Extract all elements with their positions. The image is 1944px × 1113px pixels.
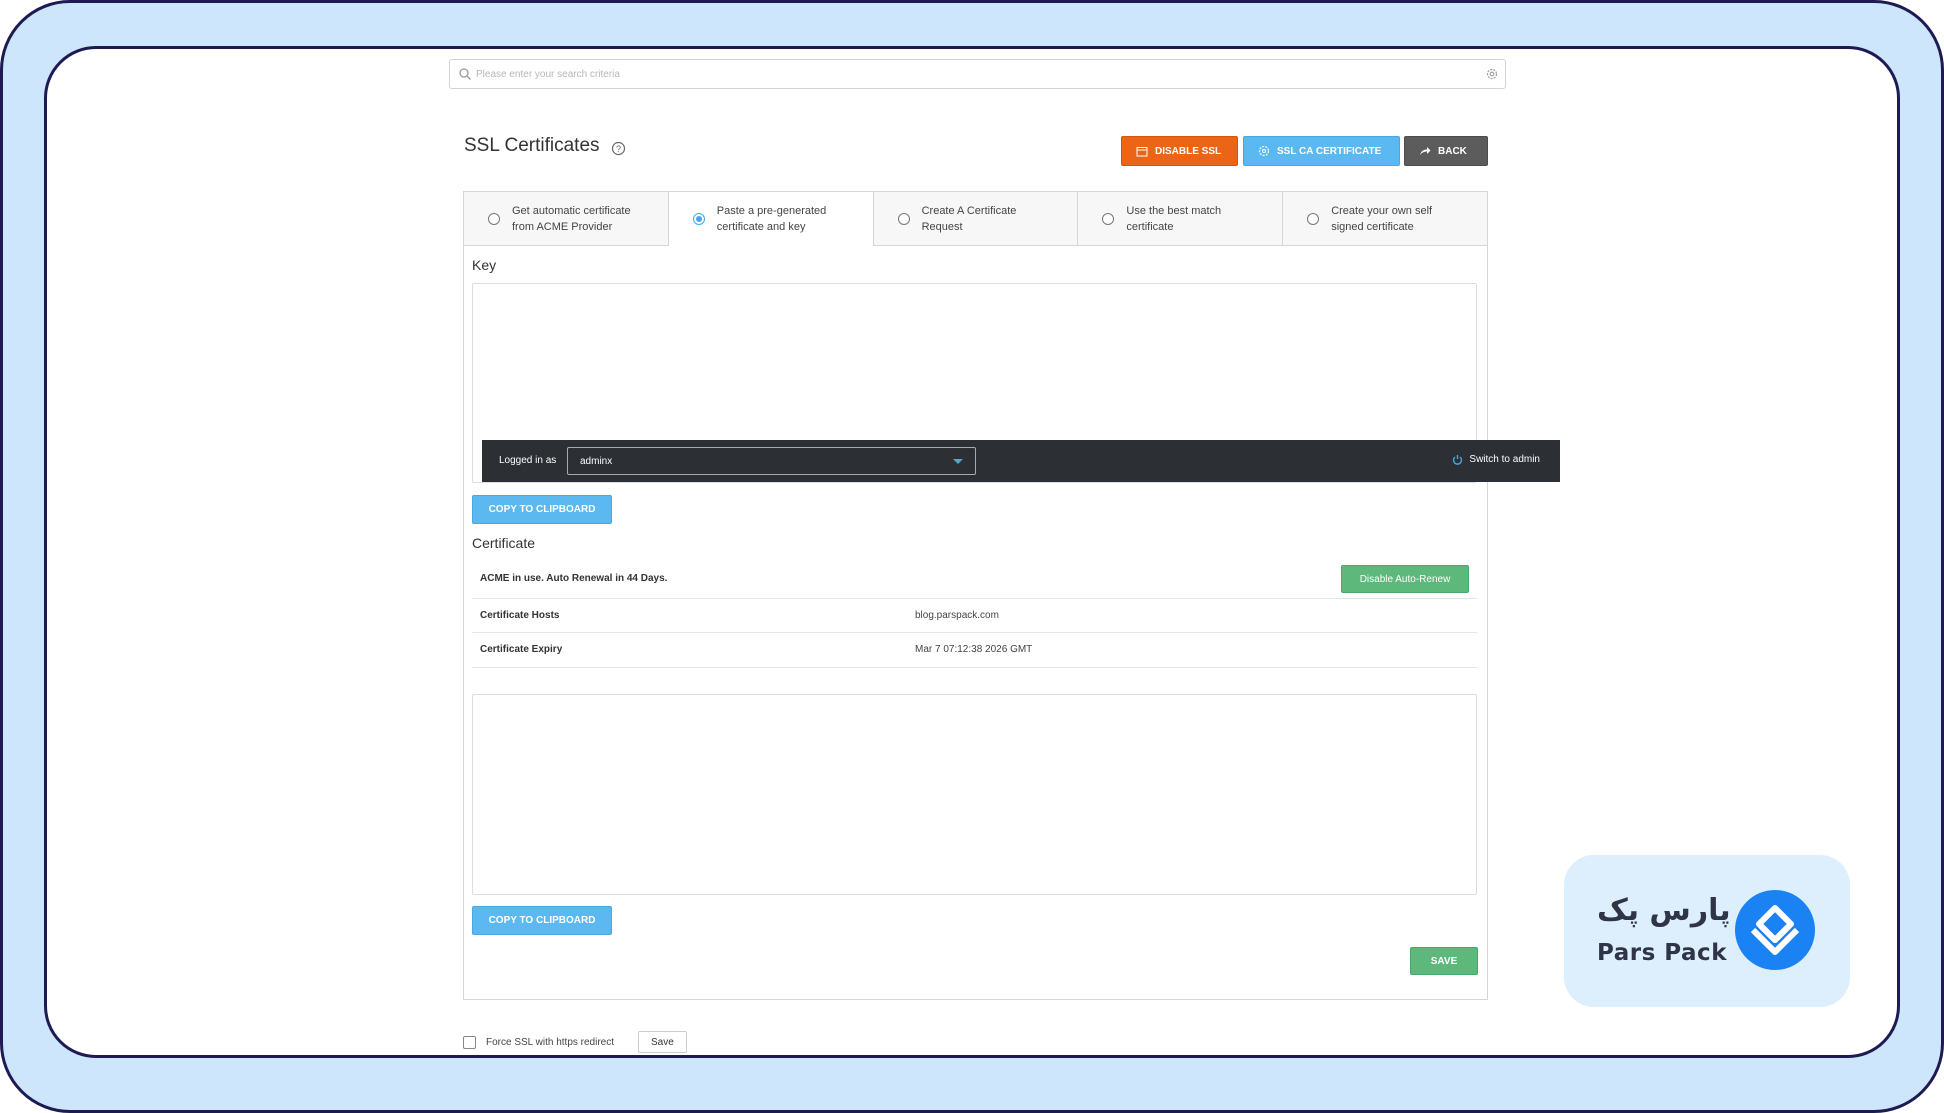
- key-label: Key: [472, 257, 497, 273]
- force-ssl-checkbox[interactable]: [463, 1035, 476, 1049]
- page-title: SSL Certificates: [464, 135, 600, 156]
- logged-in-label: Logged in as: [499, 455, 557, 466]
- user-select[interactable]: adminx: [567, 447, 976, 475]
- parspack-logo-icon: [1735, 890, 1815, 970]
- tab-best-match[interactable]: Use the best match certificate: [1078, 192, 1284, 246]
- certificate-expiry-label: Certificate Expiry: [480, 644, 563, 655]
- svg-text:?: ?: [616, 144, 621, 154]
- back-label: BACK: [1438, 145, 1467, 157]
- search-icon: [459, 68, 471, 80]
- chevron-down-icon: [953, 459, 963, 464]
- radio-button-selected[interactable]: [692, 213, 705, 225]
- acme-status-row: ACME in use. Auto Renewal in 44 Days. Di…: [472, 560, 1477, 599]
- tab-label: Use the best match certificate: [1126, 204, 1222, 233]
- logo-text-fa: پارس پک: [1597, 893, 1731, 928]
- power-icon: [1453, 455, 1463, 465]
- search-bar[interactable]: Please enter your search criteria: [449, 59, 1506, 89]
- logo-text-en: Pars Pack: [1597, 940, 1727, 966]
- tab-certificate-request[interactable]: Create A Certificate Request: [873, 192, 1079, 246]
- force-ssl-label: Force SSL with https redirect: [486, 1036, 615, 1048]
- disable-auto-renew-button[interactable]: Disable Auto-Renew: [1341, 565, 1469, 593]
- admin-bar: Logged in as adminx Switch to admin: [482, 440, 1560, 482]
- parspack-logo: پارس پک Pars Pack: [1564, 855, 1850, 1007]
- switch-to-admin-label: Switch to admin: [1469, 454, 1540, 465]
- tab-label: Create your own self signed certificate: [1331, 204, 1433, 233]
- certificate-hosts-value: blog.parspack.com: [915, 610, 999, 621]
- table-row: Certificate Hosts blog.parspack.com: [472, 599, 1477, 633]
- force-ssl-row: Force SSL with https redirect Save: [463, 1031, 687, 1053]
- tab-self-signed[interactable]: Create your own self signed certificate: [1283, 192, 1487, 246]
- switch-to-admin-link[interactable]: Switch to admin: [1452, 454, 1540, 465]
- radio-button[interactable]: [488, 212, 500, 225]
- radio-button[interactable]: [897, 212, 910, 225]
- user-select-value: adminx: [580, 456, 613, 467]
- calendar-icon: [1136, 146, 1148, 156]
- share-arrow-icon: [1420, 147, 1431, 155]
- certificate-textarea[interactable]: [472, 694, 1477, 895]
- save-button[interactable]: SAVE: [1410, 947, 1478, 975]
- copy-certificate-button[interactable]: COPY TO CLIPBOARD: [472, 906, 612, 935]
- table-row: Certificate Expiry Mar 7 07:12:38 2026 G…: [472, 633, 1477, 668]
- tab-acme-provider[interactable]: Get automatic certificate from ACME Prov…: [464, 192, 669, 246]
- radio-button[interactable]: [1102, 212, 1115, 225]
- ssl-ca-certificate-button[interactable]: SSL CA CERTIFICATE: [1243, 136, 1400, 166]
- ssl-ca-certificate-label: SSL CA CERTIFICATE: [1277, 145, 1382, 157]
- back-button[interactable]: BACK: [1404, 136, 1488, 166]
- tab-label: Paste a pre-generated certificate and ke…: [716, 205, 827, 233]
- certificate-hosts-label: Certificate Hosts: [480, 610, 560, 621]
- ssl-panel: Get automatic certificate from ACME Prov…: [463, 191, 1488, 1000]
- tab-label: Get automatic certificate from ACME Prov…: [512, 204, 631, 233]
- acme-status-text: ACME in use. Auto Renewal in 44 Days.: [480, 573, 668, 584]
- disable-ssl-label: DISABLE SSL: [1155, 145, 1222, 157]
- disable-ssl-button[interactable]: DISABLE SSL: [1121, 136, 1238, 166]
- copy-key-button[interactable]: COPY TO CLIPBOARD: [472, 495, 612, 524]
- gear-icon: [1258, 145, 1270, 157]
- force-ssl-save-button[interactable]: Save: [638, 1031, 687, 1053]
- settings-gear-icon[interactable]: [1485, 67, 1499, 81]
- tab-paste-pregenerated[interactable]: Paste a pre-generated certificate and ke…: [668, 192, 874, 246]
- search-input[interactable]: Please enter your search criteria: [476, 69, 620, 80]
- certificate-method-tabs: Get automatic certificate from ACME Prov…: [464, 192, 1487, 246]
- certificate-label: Certificate: [472, 535, 536, 551]
- certificate-expiry-value: Mar 7 07:12:38 2026 GMT: [915, 644, 1033, 655]
- radio-button[interactable]: [1307, 212, 1320, 225]
- tab-label: Create A Certificate Request: [921, 204, 1017, 233]
- help-icon[interactable]: ?: [611, 141, 626, 156]
